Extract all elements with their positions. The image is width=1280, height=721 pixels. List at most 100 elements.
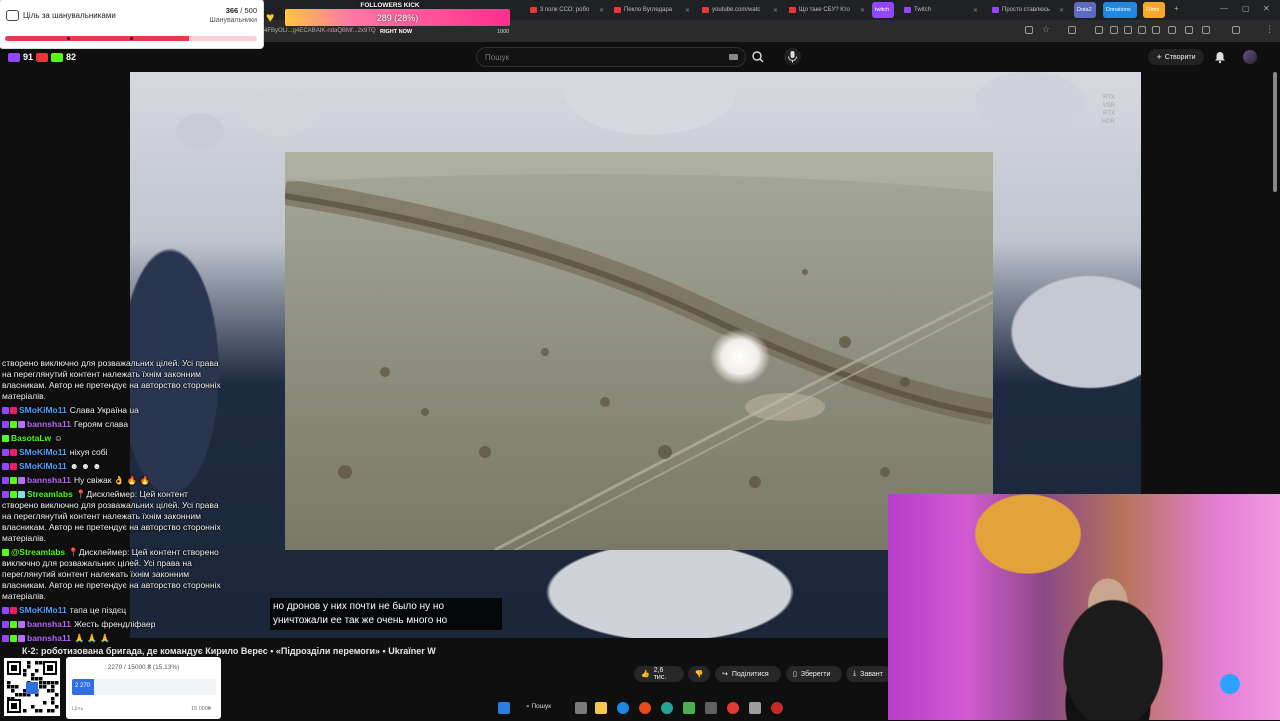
close-tab-icon[interactable]: ✕ <box>973 7 978 14</box>
search-button[interactable] <box>750 50 766 64</box>
account-avatar[interactable] <box>1243 50 1257 64</box>
youtube-icon <box>36 52 49 62</box>
firefox-icon[interactable] <box>639 702 651 714</box>
task-view-icon[interactable] <box>575 702 587 714</box>
maximize-button[interactable]: ▢ <box>1242 4 1250 13</box>
search-input[interactable]: Пошук <box>476 47 746 67</box>
tab-favicon <box>789 7 796 13</box>
create-label: Створити <box>1164 53 1196 61</box>
browser-tab[interactable]: Пекло Вугледара ✕ <box>610 2 694 18</box>
extension-icon[interactable] <box>1068 26 1076 34</box>
extension-icon-3[interactable] <box>1110 26 1118 34</box>
badge-icon <box>2 421 9 428</box>
browser-tab[interactable]: twitch <box>872 2 894 18</box>
menu-kebab-icon[interactable]: ⋮ <box>1265 24 1274 35</box>
chat-username[interactable]: @Streamlabs <box>11 547 65 557</box>
badge-icon <box>2 607 9 614</box>
browser-tab[interactable]: Dota2 <box>1074 2 1096 18</box>
badge-icon <box>10 407 17 414</box>
browser-tab[interactable]: youtube.com/watc ✕ <box>698 2 782 18</box>
badge-icon <box>10 477 17 484</box>
chat-username[interactable]: SMoKiMo11 <box>19 605 67 615</box>
subtitle-line-2: уничтожали ее так же очень много но <box>273 615 448 626</box>
download-icon[interactable] <box>1232 26 1240 34</box>
notifications-button[interactable] <box>1213 50 1227 64</box>
chat-username[interactable]: Streamlabs <box>27 489 73 499</box>
taskbar-search[interactable]: ⌕ Пошук <box>526 703 551 711</box>
bell-icon <box>1215 52 1225 64</box>
chrome-icon[interactable] <box>727 702 739 714</box>
extension-icon-4[interactable] <box>1124 26 1132 34</box>
bookmark-star-icon[interactable]: ☆ <box>1042 24 1050 35</box>
extension-icon-6[interactable] <box>1152 26 1160 34</box>
chat-text: Жесть френдліфаер <box>73 619 156 629</box>
browser-tab[interactable]: Що таке СБУ? Кто ✕ <box>785 2 869 18</box>
browser-tab[interactable]: Films <box>1143 2 1165 18</box>
fan-goal-widget: Ціль за шанувальниками 366 / 500 Шанувал… <box>0 0 263 48</box>
browser-tab[interactable]: 3 полк ССО: робо ✕ <box>526 2 608 18</box>
heart-icon: ♥ <box>266 9 275 25</box>
close-tab-icon[interactable]: ✕ <box>773 7 778 14</box>
chat-username[interactable]: SMoKiMo11 <box>19 461 67 471</box>
create-button[interactable]: + Створити <box>1148 49 1204 65</box>
rtx-badge: RTX VSR RTX HDR <box>1102 95 1115 125</box>
goal-title: Ціль за шанувальниками <box>23 11 116 20</box>
user-badges <box>2 407 17 414</box>
chat-text: Слава Україна ua <box>69 405 139 415</box>
chat-username[interactable]: bannsha11 <box>27 475 71 485</box>
app-icon-3[interactable] <box>705 702 717 714</box>
extension-icon-8[interactable] <box>1185 26 1193 34</box>
browser-tab[interactable]: Donations <box>1103 2 1137 18</box>
user-badges <box>2 463 17 470</box>
edge-icon[interactable] <box>617 702 629 714</box>
chat-username[interactable]: bannsha11 <box>27 619 71 629</box>
browser-tab[interactable]: Twitch ✕ <box>900 2 982 18</box>
chat-username[interactable]: SMoKiMo11 <box>19 405 67 415</box>
followers-right-now: RIGHT NOW <box>380 29 413 35</box>
file-explorer-icon[interactable] <box>595 702 607 714</box>
extension-icon-5[interactable] <box>1138 26 1146 34</box>
badge-icon <box>2 491 9 498</box>
chat-username[interactable]: BasotaLw <box>11 433 51 443</box>
chat-username[interactable]: SMoKiMo11 <box>19 447 67 457</box>
chat-message: bannsha11 🙏 🙏 🙏 <box>2 633 224 644</box>
obs-icon[interactable] <box>771 702 783 714</box>
download-button[interactable]: ⤓ Завант <box>846 666 892 682</box>
chat-text: Героям слава <box>73 419 129 429</box>
install-icon[interactable] <box>1025 26 1033 34</box>
tab-favicon <box>530 7 537 13</box>
windows-start-icon[interactable] <box>498 702 510 714</box>
share-button[interactable]: ↪ Поділитися <box>715 666 781 682</box>
chat-message: bannsha11 Ну свіжак 👌 🔥 🔥 <box>2 475 224 486</box>
tab-label: Пекло Вугледара <box>624 7 673 13</box>
app-icon-2[interactable] <box>683 702 695 714</box>
extension-icon-2[interactable] <box>1095 26 1103 34</box>
webcam-feed <box>888 494 1280 720</box>
voice-search-button[interactable] <box>784 48 801 65</box>
browser-tab[interactable]: Просто ставлюсь ✕ <box>988 2 1068 18</box>
close-tab-icon[interactable]: ✕ <box>685 7 690 14</box>
address-url-fragment[interactable]: 4FByOLI...g4ECABAIK-ndaQBMf...2x9TQ <box>264 28 376 34</box>
keyboard-icon[interactable] <box>729 54 738 60</box>
close-window-button[interactable]: ✕ <box>1263 4 1270 13</box>
new-tab-button[interactable]: + <box>1174 4 1179 13</box>
chat-text: 🙏 🙏 🙏 <box>73 633 111 643</box>
app-icon[interactable] <box>661 702 673 714</box>
donation-bar-value: 2 270 <box>75 683 91 689</box>
save-button[interactable]: ▯ Зберегти <box>786 666 842 682</box>
close-tab-icon[interactable]: ✕ <box>599 7 604 14</box>
tab-label: youtube.com/watc <box>712 7 761 13</box>
extension-icon-7[interactable] <box>1168 26 1176 34</box>
minimize-button[interactable]: — <box>1220 4 1228 13</box>
settings-icon[interactable] <box>749 702 761 714</box>
chat-username[interactable]: bannsha11 <box>27 633 71 643</box>
user-badges <box>2 435 9 442</box>
page-scrollbar[interactable] <box>1273 72 1277 192</box>
close-tab-icon[interactable]: ✕ <box>1059 7 1064 14</box>
tab-label: Dota2 <box>1077 7 1092 13</box>
like-button[interactable]: 👍 2,6 тис. <box>634 666 684 682</box>
close-tab-icon[interactable]: ✕ <box>860 7 865 14</box>
extension-icon-9[interactable] <box>1202 26 1210 34</box>
dislike-button[interactable]: 👎 <box>688 666 710 682</box>
chat-username[interactable]: bannsha11 <box>27 419 71 429</box>
